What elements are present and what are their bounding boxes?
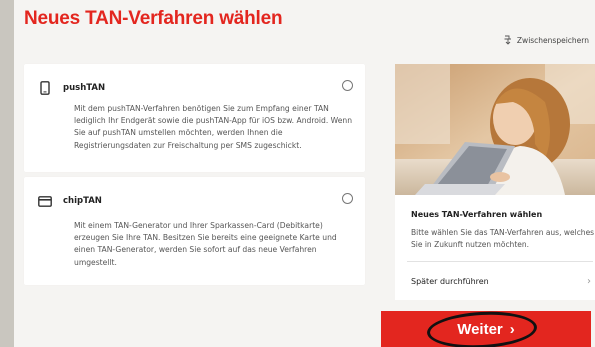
option-description-chiptan: Mit einem TAN-Generator und Ihrer Sparka… [74, 221, 337, 267]
info-panel-title: Neues TAN-Verfahren wählen [411, 210, 543, 219]
page-title: Neues TAN-Verfahren wählen [24, 8, 283, 29]
later-link[interactable]: Später durchführen › [411, 276, 591, 287]
woman-with-laptop-image [395, 64, 595, 195]
info-panel: Neues TAN-Verfahren wählen Bitte wählen … [395, 64, 595, 300]
chevron-right-icon: › [587, 276, 591, 287]
weiter-label: Weiter [457, 320, 503, 338]
later-label: Später durchführen [411, 277, 489, 286]
option-card-chiptan[interactable]: chipTAN Mit einem TAN-Generator und Ihre… [24, 177, 365, 285]
info-panel-text: Bitte wählen Sie das TAN-Verfahren aus, … [411, 228, 595, 249]
radio-pushtan[interactable] [342, 80, 353, 91]
save-draft-label: Zwischenspeichern [516, 35, 589, 45]
weiter-button[interactable]: Weiter › [381, 311, 591, 347]
save-icon [504, 35, 511, 45]
option-description-pushtan: Mit dem pushTAN-Verfahren benötigen Sie … [74, 104, 353, 150]
smartphone-icon [38, 80, 52, 96]
radio-chiptan[interactable] [342, 193, 353, 204]
option-title-chiptan: chipTAN [63, 196, 102, 206]
save-draft-link[interactable]: Zwischenspeichern [503, 35, 589, 45]
page-container: Neues TAN-Verfahren wählen Zwischenspeic… [14, 0, 595, 347]
divider [407, 261, 593, 262]
chevron-right-icon: › [509, 320, 515, 338]
card-icon [38, 193, 52, 209]
option-card-pushtan[interactable]: pushTAN Mit dem pushTAN-Verfahren benöti… [24, 64, 365, 172]
option-title-pushtan: pushTAN [63, 83, 106, 93]
